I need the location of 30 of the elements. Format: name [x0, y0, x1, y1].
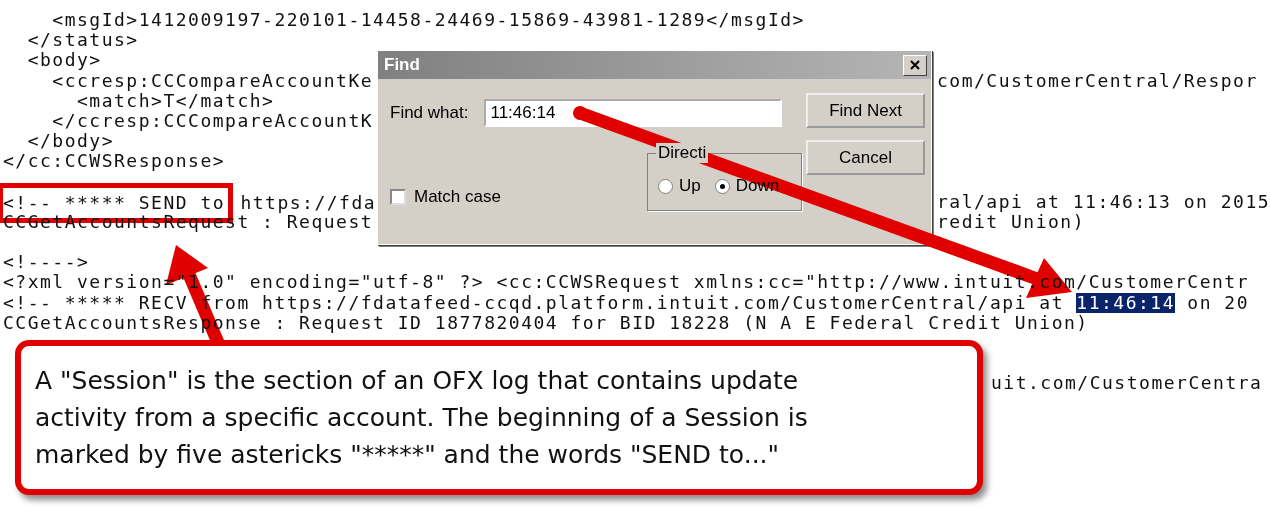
find-what-field[interactable]: 11:46:14	[484, 99, 783, 127]
code-line: </status>	[26, 30, 139, 51]
code-line: ral/api at 11:46:13 on 2015	[937, 191, 1270, 212]
code-line: <body>	[26, 50, 102, 71]
code-line: com/CustomerCentral/Respor	[937, 70, 1258, 91]
code-text: <!-- ***** SEND to	[3, 191, 226, 213]
code-line: on 20	[1187, 292, 1250, 313]
radio-button[interactable]	[714, 178, 730, 194]
code-line: <msgId>1412009197-220101-14458-24469-15869-43981-1289</msgId>	[51, 10, 805, 31]
code-line: </ccresp:CCCompareAccountK	[51, 109, 374, 131]
radio-label: Up	[679, 176, 701, 196]
close-button[interactable]	[903, 54, 927, 76]
search-match: 11:46:14	[1076, 292, 1175, 313]
close-icon	[909, 59, 921, 71]
direction-label: Directi	[656, 143, 709, 163]
code-line: <!---->	[3, 252, 90, 273]
match-case-label: Match case	[414, 187, 501, 207]
code-line: <ccresp:CCCompareAccountKe	[52, 69, 374, 91]
find-what-label: Find what:	[390, 103, 469, 123]
code-text: https://fda	[239, 191, 377, 213]
code-line: </body>	[26, 130, 115, 152]
radio-button[interactable]	[658, 178, 673, 194]
code-line: </cc:CCWSResponse>	[3, 151, 226, 172]
dialog-title: Find	[384, 55, 420, 75]
code-line: redit Union)	[937, 211, 1086, 233]
dialog-button[interactable]: Find Next	[806, 93, 925, 128]
code-line: uit.com/CustomerCentra	[991, 373, 1263, 394]
match-case-checkbox[interactable]	[390, 189, 406, 205]
dialog-button[interactable]: Cancel	[806, 140, 925, 175]
callout-text: A "Session" is the section of an OFX log that contains update activity from a specific account. The beginning of a Session is marked by five astericks "*****" and the words "SEND to..."	[35, 365, 809, 471]
